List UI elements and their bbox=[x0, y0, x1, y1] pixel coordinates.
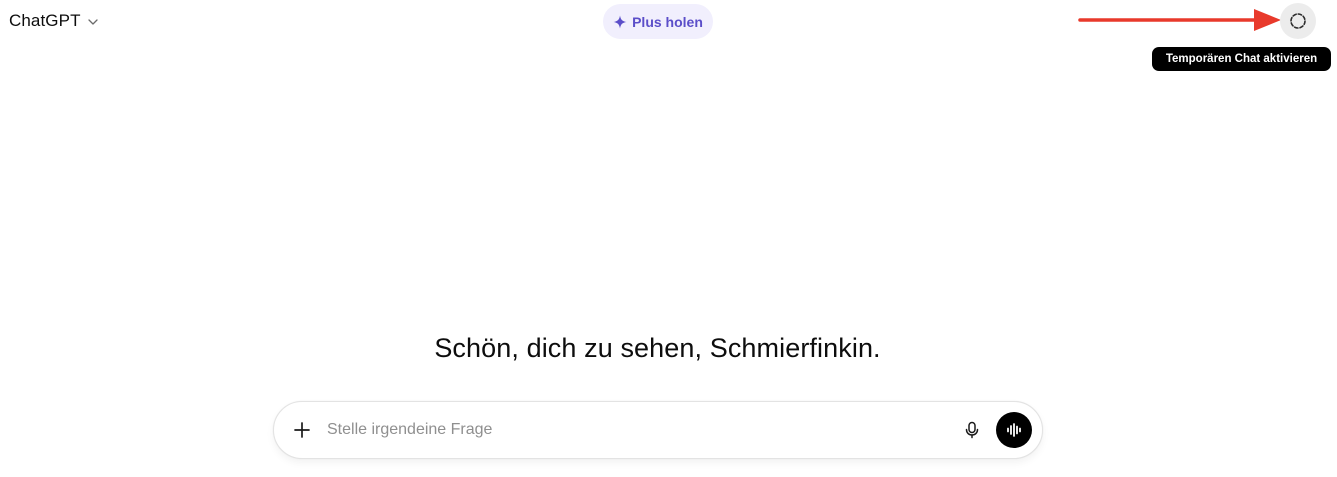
chevron-down-icon bbox=[87, 16, 99, 28]
add-attachment-button[interactable] bbox=[288, 416, 316, 444]
temporary-chat-tooltip: Temporären Chat aktivieren bbox=[1152, 47, 1331, 71]
model-switcher[interactable]: ChatGPT bbox=[0, 6, 108, 36]
model-name: ChatGPT bbox=[9, 11, 81, 30]
voice-waveform-icon bbox=[1005, 421, 1023, 439]
chatgpt-home-page: ChatGPT Plus holen Temporären Chat aktiv… bbox=[0, 0, 1337, 477]
microphone-icon bbox=[963, 421, 981, 439]
prompt-input[interactable] bbox=[327, 416, 947, 444]
temporary-chat-button[interactable] bbox=[1280, 3, 1316, 39]
get-plus-label: Plus holen bbox=[632, 13, 703, 30]
plus-icon bbox=[293, 421, 311, 439]
sparkle-icon bbox=[613, 15, 627, 29]
annotation-arrow bbox=[1078, 9, 1281, 31]
voice-mode-button[interactable] bbox=[996, 412, 1032, 448]
dictate-button[interactable] bbox=[958, 416, 986, 444]
prompt-composer bbox=[273, 401, 1043, 459]
get-plus-button[interactable]: Plus holen bbox=[603, 4, 713, 39]
greeting-heading: Schön, dich zu sehen, Schmierfinkin. bbox=[434, 333, 881, 363]
dashed-circle-icon bbox=[1289, 12, 1307, 30]
